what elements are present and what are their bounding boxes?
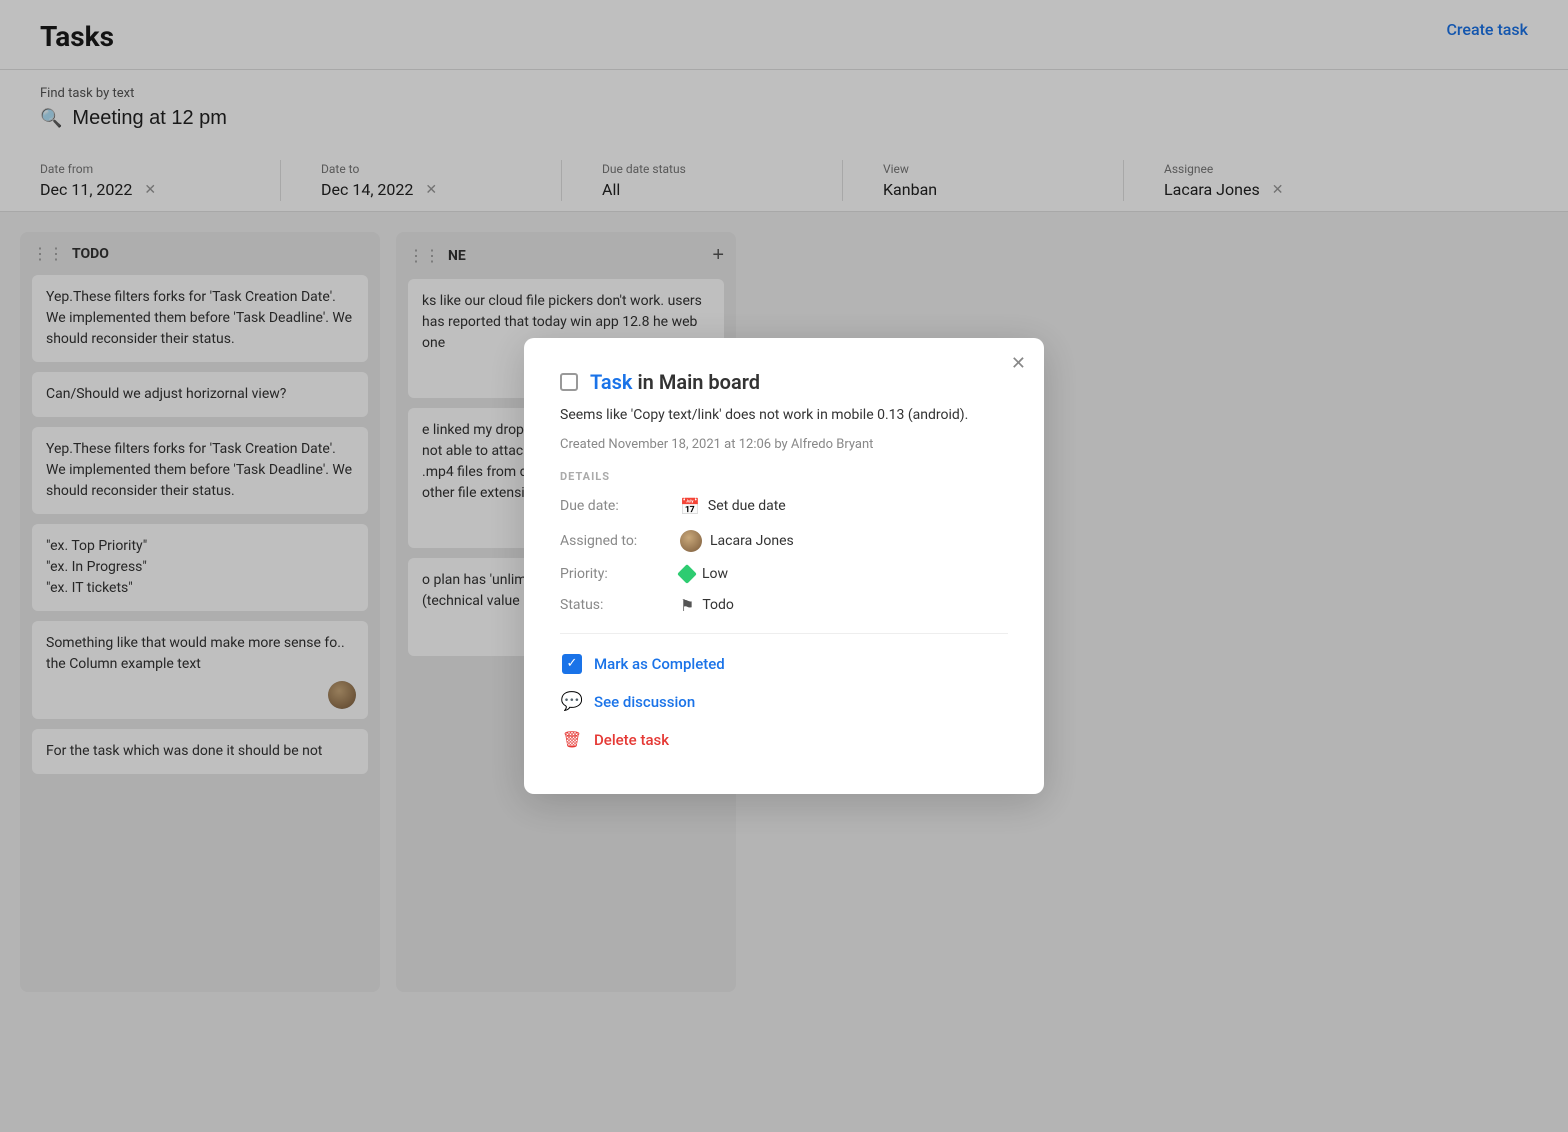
modal-title-board: in Main board xyxy=(637,370,760,394)
detail-due-date: Due date: 📅 Set due date xyxy=(560,497,1008,516)
priority-diamond-icon xyxy=(677,564,697,584)
delete-task-button[interactable]: 🗑 Delete task xyxy=(560,728,1008,752)
assignee-avatar xyxy=(680,530,702,552)
modal-close-button[interactable]: ✕ xyxy=(1011,354,1026,372)
see-discussion-button[interactable]: 💬 See discussion xyxy=(560,690,1008,714)
modal-overlay[interactable]: ✕ Task in Main board Seems like 'Copy te… xyxy=(0,0,1568,1132)
modal-details-label: DETAILS xyxy=(560,470,1008,483)
modal-title-task: Task xyxy=(590,370,633,394)
task-detail-modal: ✕ Task in Main board Seems like 'Copy te… xyxy=(524,338,1044,793)
modal-meta: Created November 18, 2021 at 12:06 by Al… xyxy=(560,437,1008,452)
detail-assigned: Assigned to: Lacara Jones xyxy=(560,530,1008,552)
modal-divider xyxy=(560,633,1008,634)
mark-completed-button[interactable]: ✓ Mark as Completed xyxy=(560,652,1008,676)
status-flag-icon: ⚑ xyxy=(680,596,694,615)
detail-priority: Priority: Low xyxy=(560,566,1008,582)
trash-icon: 🗑 xyxy=(560,728,584,752)
modal-title-row: Task in Main board xyxy=(560,370,1008,394)
modal-description: Seems like 'Copy text/link' does not wor… xyxy=(560,404,1008,426)
task-checkbox[interactable] xyxy=(560,373,578,391)
detail-status: Status: ⚑ Todo xyxy=(560,596,1008,615)
modal-title: Task in Main board xyxy=(590,370,760,394)
bubble-icon: 💬 xyxy=(560,690,584,714)
check-icon: ✓ xyxy=(560,652,584,676)
calendar-icon: 📅 xyxy=(680,497,700,516)
